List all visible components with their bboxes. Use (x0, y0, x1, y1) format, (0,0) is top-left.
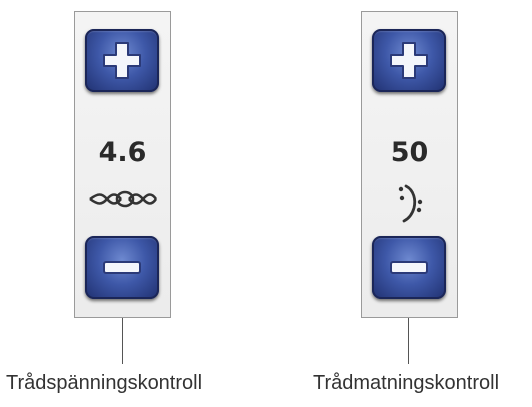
thread-tension-value: 4.6 (98, 137, 147, 168)
thread-feed-caption: Trådmatningskontroll (313, 372, 500, 394)
thread-feed-value: 50 (390, 137, 429, 168)
plus-icon (103, 42, 141, 79)
thread-tension-increase-button[interactable] (85, 29, 159, 92)
minus-icon (390, 261, 428, 274)
thread-tension-decrease-button[interactable] (85, 236, 159, 299)
thread-feed-icon (362, 180, 457, 224)
thread-tension-panel: 4.6 (74, 11, 171, 318)
minus-icon (103, 261, 141, 274)
thread-feed-increase-button[interactable] (372, 29, 446, 92)
thread-tension-leader-line (122, 318, 123, 364)
thread-feed-decrease-button[interactable] (372, 236, 446, 299)
thread-tension-icon (75, 180, 170, 224)
plus-icon (390, 42, 428, 79)
thread-feed-leader-line (408, 318, 409, 364)
thread-tension-caption: Trådspänningskontroll (6, 372, 203, 394)
thread-feed-panel: 50 (361, 11, 458, 318)
